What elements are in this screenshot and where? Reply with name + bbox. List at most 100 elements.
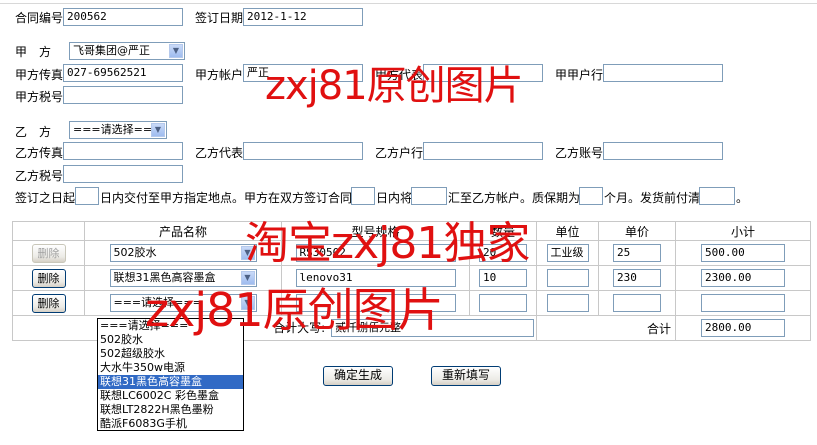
warranty-months-input[interactable]: [579, 187, 603, 205]
subtotal-input[interactable]: [701, 294, 785, 312]
party-b-selected: ===请选择===: [73, 123, 162, 136]
subtotal-input[interactable]: 2300.00: [701, 269, 785, 287]
price-cell: [598, 290, 676, 316]
table-header-qty: 数量: [469, 221, 537, 241]
action-cell: 删除: [12, 290, 85, 316]
table-header-product: 产品名称: [84, 221, 282, 241]
chevron-down-icon[interactable]: ▼: [151, 123, 165, 137]
chevron-down-icon[interactable]: ▼: [240, 271, 255, 285]
unit-cell: [536, 290, 599, 316]
delete-button[interactable]: 删除: [31, 243, 66, 263]
action-cell: 删除: [12, 240, 85, 266]
table-row: 删除 联想31黑色高容墨盒 ▼ lenovo31 10 230 2300.00: [12, 265, 811, 291]
terms-text-2: 日内交付至甲方指定地点。甲方在双方签订合同: [100, 191, 353, 205]
party-b-bank-label: 乙方户行: [375, 146, 424, 160]
prepay-input[interactable]: [699, 187, 735, 205]
unit-cell: 工业级: [536, 240, 599, 266]
model-cell: lenovo31: [281, 265, 470, 291]
party-b-rep-input[interactable]: [243, 142, 363, 160]
dropdown-option[interactable]: 联想LC6002C 彩色墨盒: [98, 389, 243, 403]
model-cell: [281, 290, 470, 316]
dropdown-option-highlighted[interactable]: 联想31黑色高容墨盒: [98, 375, 243, 389]
qty-cell: 10: [469, 265, 537, 291]
product-dropdown-list[interactable]: ===请选择=== 502胶水 502超级胶水 大水牛350w电源 联想31黑色…: [97, 318, 244, 431]
product-select[interactable]: 502胶水 ▼: [109, 244, 257, 262]
model-input[interactable]: RS30502: [295, 244, 456, 262]
delete-button[interactable]: 删除: [31, 293, 66, 313]
party-a-account-input[interactable]: 严正: [243, 64, 363, 82]
chevron-down-icon[interactable]: ▼: [240, 296, 255, 310]
terms-text-3: 日内将: [376, 191, 413, 205]
price-input[interactable]: 25: [613, 244, 661, 262]
party-a-select[interactable]: 飞哥集团@严正 ▼: [69, 42, 185, 60]
unit-input[interactable]: 工业级: [546, 244, 589, 262]
payment-amount-input[interactable]: [411, 187, 447, 205]
qty-input[interactable]: 10: [479, 269, 527, 287]
dropdown-option[interactable]: 联想LT2822H黑色墨粉: [98, 403, 243, 417]
chevron-down-icon[interactable]: ▼: [169, 44, 183, 58]
table-row: 删除 ===请选择=== ▼: [12, 290, 811, 316]
subtotal-cell: 2300.00: [675, 265, 811, 291]
subtotal-cell: 500.00: [675, 240, 811, 266]
sign-date-label: 签订日期: [195, 11, 244, 25]
product-cell: 联想31黑色高容墨盒 ▼: [84, 265, 282, 291]
price-cell: 230: [598, 265, 676, 291]
product-select[interactable]: ===请选择=== ▼: [109, 294, 257, 312]
price-input[interactable]: 230: [613, 269, 661, 287]
model-input[interactable]: lenovo31: [295, 269, 456, 287]
unit-input[interactable]: [546, 294, 589, 312]
delete-button[interactable]: 删除: [31, 268, 66, 288]
dropdown-option[interactable]: 酷派F6083G手机: [98, 417, 243, 431]
party-b-tax-input[interactable]: [63, 165, 183, 183]
party-b-select[interactable]: ===请选择=== ▼: [69, 121, 167, 139]
contract-no-label: 合同编号: [15, 11, 64, 25]
party-b-tax-label: 乙方税号: [15, 169, 64, 183]
contract-no-input[interactable]: 200562: [63, 8, 183, 26]
table-header-action: [12, 221, 85, 241]
dropdown-option[interactable]: 大水牛350w电源: [98, 361, 243, 375]
unit-input[interactable]: [546, 269, 589, 287]
party-a-rep-input[interactable]: [423, 64, 543, 82]
dropdown-option[interactable]: 502胶水: [98, 333, 243, 347]
sign-date-input[interactable]: 2012-1-12: [243, 8, 363, 26]
party-b-label: 乙 方: [15, 125, 52, 139]
party-a-label: 甲 方: [15, 45, 52, 59]
party-b-bank-input[interactable]: [423, 142, 543, 160]
payment-days-input[interactable]: [351, 187, 375, 205]
total-value-cell: 2800.00: [675, 315, 811, 341]
terms-text-6: 。: [736, 191, 749, 205]
subtotal-input[interactable]: 500.00: [701, 244, 785, 262]
terms-text-4: 汇至乙方帐户。质保期为: [448, 191, 581, 205]
product-selected: 502胶水: [113, 246, 157, 259]
party-a-bank-input[interactable]: [603, 64, 723, 82]
table-header-subtotal: 小计: [675, 221, 811, 241]
party-b-fax-input[interactable]: [63, 142, 183, 160]
price-input[interactable]: [613, 294, 661, 312]
total-label: 合计: [646, 321, 671, 336]
action-cell: 删除: [12, 265, 85, 291]
qty-input[interactable]: [479, 294, 527, 312]
subtotal-cell: [675, 290, 811, 316]
reset-button[interactable]: 重新填写: [431, 366, 501, 386]
party-a-bank-label: 甲甲户行: [555, 68, 604, 82]
dropdown-option[interactable]: 502超级胶水: [98, 347, 243, 361]
model-cell: RS30502: [281, 240, 470, 266]
chevron-down-icon[interactable]: ▼: [240, 246, 255, 260]
party-b-fax-label: 乙方传真: [15, 146, 64, 160]
product-cell: ===请选择=== ▼: [84, 290, 282, 316]
total-cn-input[interactable]: 贰仟捌佰元整: [331, 319, 534, 338]
product-select[interactable]: 联想31黑色高容墨盒 ▼: [109, 269, 257, 287]
party-a-fax-input[interactable]: 027-69562521: [63, 64, 183, 82]
party-b-account-input[interactable]: [603, 142, 723, 160]
model-input[interactable]: [295, 294, 456, 312]
table-header-model: 型号规格: [281, 221, 470, 241]
table-header-price: 单价: [598, 221, 676, 241]
total-input[interactable]: 2800.00: [701, 319, 785, 337]
qty-input[interactable]: 20: [479, 244, 527, 262]
dropdown-option[interactable]: ===请选择===: [98, 319, 243, 333]
delivery-days-input[interactable]: [75, 187, 99, 205]
party-a-fax-label: 甲方传真: [15, 68, 64, 82]
confirm-button[interactable]: 确定生成: [323, 366, 393, 386]
table-header-row: 产品名称 型号规格 数量 单位 单价 小计: [12, 221, 811, 241]
party-a-tax-input[interactable]: [63, 86, 183, 104]
